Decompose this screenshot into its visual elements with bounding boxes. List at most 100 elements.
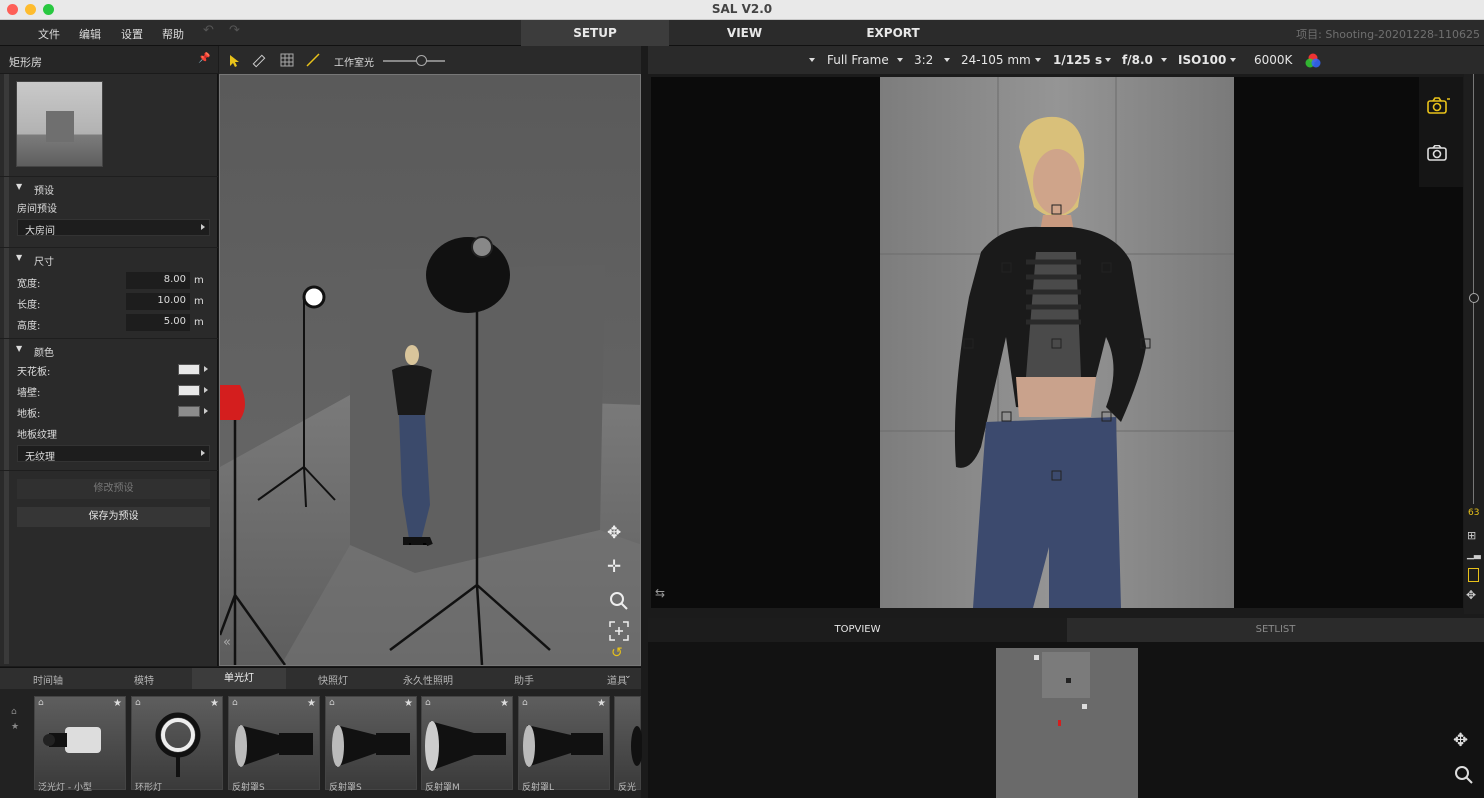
star-icon[interactable]: ★ [597, 698, 606, 709]
orbit-icon[interactable]: ✥ [607, 523, 621, 543]
tab-export[interactable]: EXPORT [818, 20, 968, 46]
panel-scrollbar[interactable] [4, 74, 9, 664]
wall-color-swatch[interactable] [178, 385, 200, 396]
menu-edit[interactable]: 编辑 [79, 26, 101, 42]
histogram-icon[interactable]: ▁▃ [1467, 550, 1481, 560]
room-thumbnail[interactable] [16, 81, 103, 167]
floor-texture-dropdown[interactable]: 无纹理 [17, 445, 210, 463]
star-icon[interactable]: ★ [11, 722, 19, 732]
ratio-value[interactable]: 3:2 [914, 53, 933, 67]
library-item[interactable]: ⌂ ★ 反射罩S [325, 696, 417, 793]
chevron-down-icon[interactable] [1230, 58, 1236, 62]
undo-icon[interactable]: ↶ [203, 23, 214, 38]
tab-topview[interactable]: TOPVIEW [648, 618, 1067, 642]
caret-right-icon[interactable] [204, 387, 208, 393]
iso-value[interactable]: ISO100 [1178, 53, 1226, 67]
move-icon[interactable]: ✥ [1466, 588, 1476, 602]
library-item[interactable]: ⌂ ★ 环形灯 [131, 696, 223, 793]
light-marker[interactable] [1082, 704, 1087, 709]
pin-icon[interactable]: 📌 [198, 53, 210, 64]
star-icon[interactable]: ★ [404, 698, 413, 709]
tab-setlist[interactable]: SETLIST [1067, 618, 1484, 642]
star-icon[interactable]: ★ [500, 698, 509, 709]
work-light-slider[interactable] [383, 60, 445, 62]
width-field[interactable]: 8.00 [126, 272, 190, 289]
model-marker[interactable] [1066, 678, 1071, 683]
library-item[interactable]: ⌂ ★ 反射罩S [228, 696, 320, 793]
line-icon[interactable] [306, 53, 320, 67]
ceiling-color-swatch[interactable] [178, 364, 200, 375]
chevron-down-icon[interactable] [897, 58, 903, 62]
pan-icon[interactable]: ✛ [607, 557, 621, 577]
caret-right-icon[interactable] [204, 408, 208, 414]
tab-assistants[interactable]: 助手 [514, 672, 534, 687]
tab-speedlight[interactable]: 快照灯 [318, 672, 348, 687]
zoom-slider-track[interactable] [1473, 74, 1474, 504]
frame-icon[interactable] [609, 621, 629, 641]
measure-icon[interactable] [252, 54, 266, 68]
pan-icon[interactable]: ✥ [1453, 730, 1468, 751]
chevron-down-icon[interactable] [809, 58, 815, 62]
tab-models[interactable]: 模特 [134, 672, 154, 687]
caret-right-icon[interactable] [204, 366, 208, 372]
color-wheel-icon[interactable] [1305, 53, 1321, 69]
orientation-icon[interactable] [1468, 568, 1479, 582]
shutter-value[interactable]: 1/125 s [1053, 53, 1102, 67]
tab-flash[interactable]: 单光灯 [192, 668, 286, 690]
length-field[interactable]: 10.00 [126, 293, 190, 310]
star-icon[interactable]: ★ [113, 698, 122, 709]
menu-file[interactable]: 文件 [38, 26, 60, 42]
menu-help[interactable]: 帮助 [162, 26, 184, 42]
zoom-icon[interactable] [1454, 765, 1474, 785]
collapse-left-icon[interactable]: « [223, 635, 231, 650]
modify-preset-button[interactable]: 修改预设 [17, 479, 210, 499]
camera-marker[interactable] [1058, 720, 1061, 726]
room-preset-value: 大房间 [25, 226, 55, 237]
swap-icon[interactable]: ⇆ [655, 586, 665, 600]
library-item[interactable]: 反光 [614, 696, 643, 793]
collapse-icon[interactable]: ▼ [16, 182, 22, 191]
star-icon[interactable]: ★ [307, 698, 316, 709]
camera-view[interactable]: ⇆ [651, 77, 1463, 608]
library-item[interactable]: ⌂ ★ 泛光灯 - 小型 [34, 696, 126, 793]
tab-timeline[interactable]: 时间轴 [33, 672, 63, 687]
lens-value[interactable]: 24-105 mm [961, 53, 1031, 67]
save-preset-button[interactable]: 保存为预设 [17, 507, 210, 527]
camera-shoot-icon[interactable] [1427, 97, 1451, 115]
slider-handle[interactable] [416, 55, 427, 66]
reset-view-icon[interactable]: ↺ [611, 645, 623, 661]
chevron-down-icon[interactable]: ⌄ [624, 671, 632, 681]
tab-setup[interactable]: SETUP [521, 20, 669, 46]
floor-texture-label: 地板纹理 [17, 430, 57, 441]
aperture-value[interactable]: f/8.0 [1122, 53, 1153, 67]
chevron-down-icon[interactable] [1161, 58, 1167, 62]
star-icon[interactable]: ★ [210, 698, 219, 709]
camera-snapshot-icon[interactable] [1427, 145, 1449, 161]
grid-overlay-icon[interactable]: ⊞ [1467, 529, 1476, 542]
item-caption: 反射罩L [522, 783, 555, 793]
collapse-icon[interactable]: ▼ [16, 344, 22, 353]
zoom-slider-handle[interactable] [1469, 293, 1479, 303]
white-balance-value[interactable]: 6000K [1254, 53, 1292, 67]
grid-icon[interactable] [280, 53, 294, 67]
home-icon[interactable]: ⌂ [11, 707, 17, 717]
chevron-down-icon[interactable] [1105, 58, 1111, 62]
top-view-map[interactable]: ✥ [648, 642, 1484, 798]
zoom-icon[interactable] [609, 591, 629, 611]
height-field[interactable]: 5.00 [126, 314, 190, 331]
redo-icon[interactable]: ↷ [229, 23, 240, 38]
chevron-down-icon[interactable] [944, 58, 950, 62]
tab-continuous-light[interactable]: 永久性照明 [403, 672, 453, 687]
sensor-value[interactable]: Full Frame [827, 53, 889, 67]
room-preset-dropdown[interactable]: 大房间 [17, 219, 210, 237]
library-item[interactable]: ⌂ ★ 反射罩L [518, 696, 610, 793]
3d-viewport[interactable]: ✥ ✛ ↺ « [219, 74, 641, 666]
chevron-down-icon[interactable] [1035, 58, 1041, 62]
menu-settings[interactable]: 设置 [121, 26, 143, 42]
floor-color-swatch[interactable] [178, 406, 200, 417]
tab-view[interactable]: VIEW [671, 20, 818, 46]
select-arrow-icon[interactable] [228, 54, 240, 68]
light-marker[interactable] [1034, 655, 1039, 660]
collapse-icon[interactable]: ▼ [16, 253, 22, 262]
library-item[interactable]: ⌂ ★ 反射罩M [421, 696, 513, 793]
